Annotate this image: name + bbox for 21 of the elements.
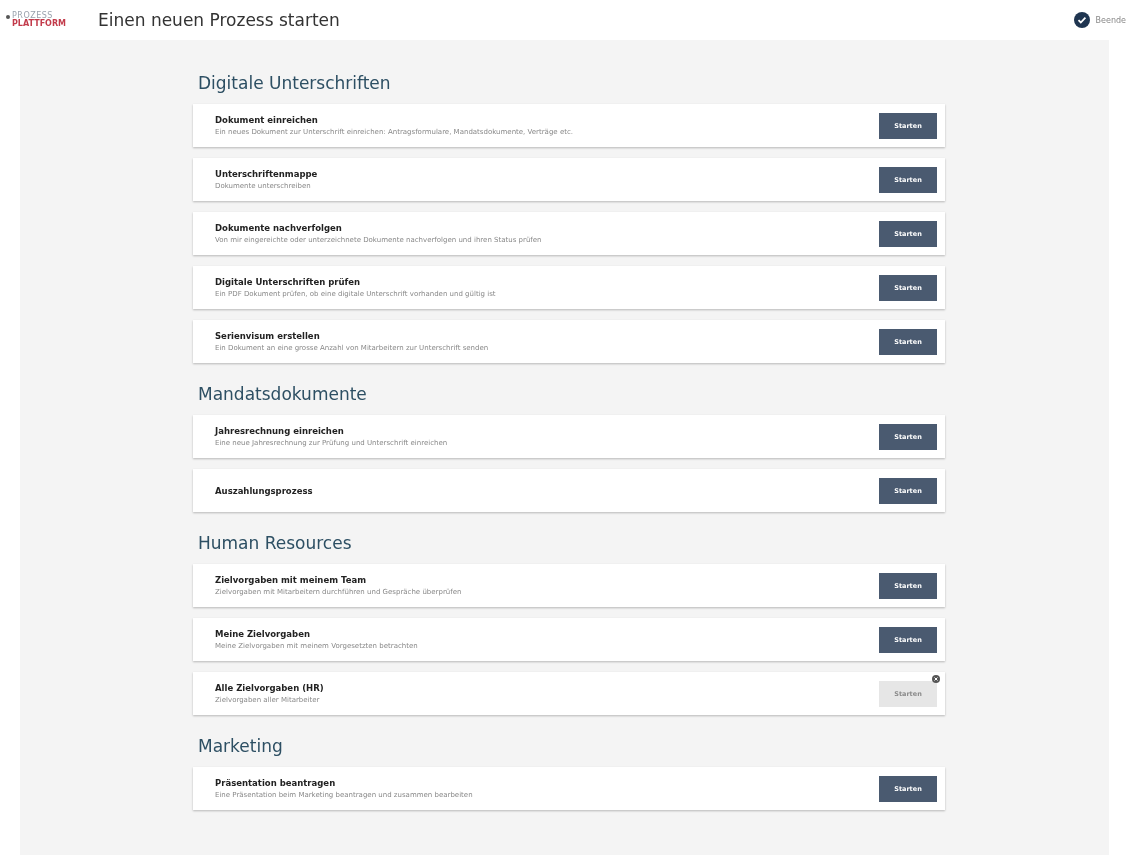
logo-text: PLATTFORM — [12, 20, 66, 28]
process-name: Zielvorgaben mit meinem Team — [215, 575, 367, 585]
process-name: Präsentation beantragen — [215, 778, 337, 788]
page-title: Einen neuen Prozess starten — [98, 10, 341, 30]
process-name: Alle Zielvorgaben (HR) — [215, 683, 325, 693]
close-icon[interactable] — [932, 674, 940, 683]
process-name: Meine Zielvorgaben — [215, 629, 311, 639]
logo-text: PROZESS — [12, 12, 54, 20]
section-heading: Human Resources — [198, 532, 353, 554]
check-icon — [1073, 12, 1090, 28]
section-heading: Digitale Unterschriften — [198, 72, 392, 94]
section-heading: Marketing — [198, 735, 284, 757]
section-heading: Mandatsdokumente — [198, 383, 368, 405]
process-name: Jahresrechnung einreichen — [215, 426, 345, 436]
process-name: Unterschriftenmappe — [215, 169, 319, 179]
process-name: Dokument einreichen — [215, 115, 319, 125]
end-link[interactable]: Beende — [1095, 15, 1126, 25]
process-name: Serienvisum erstellen — [215, 331, 321, 341]
process-name: Auszahlungsprozess — [215, 485, 314, 496]
process-name: Digitale Unterschriften prüfen — [215, 277, 361, 287]
process-name: Dokumente nachverfolgen — [215, 223, 343, 233]
